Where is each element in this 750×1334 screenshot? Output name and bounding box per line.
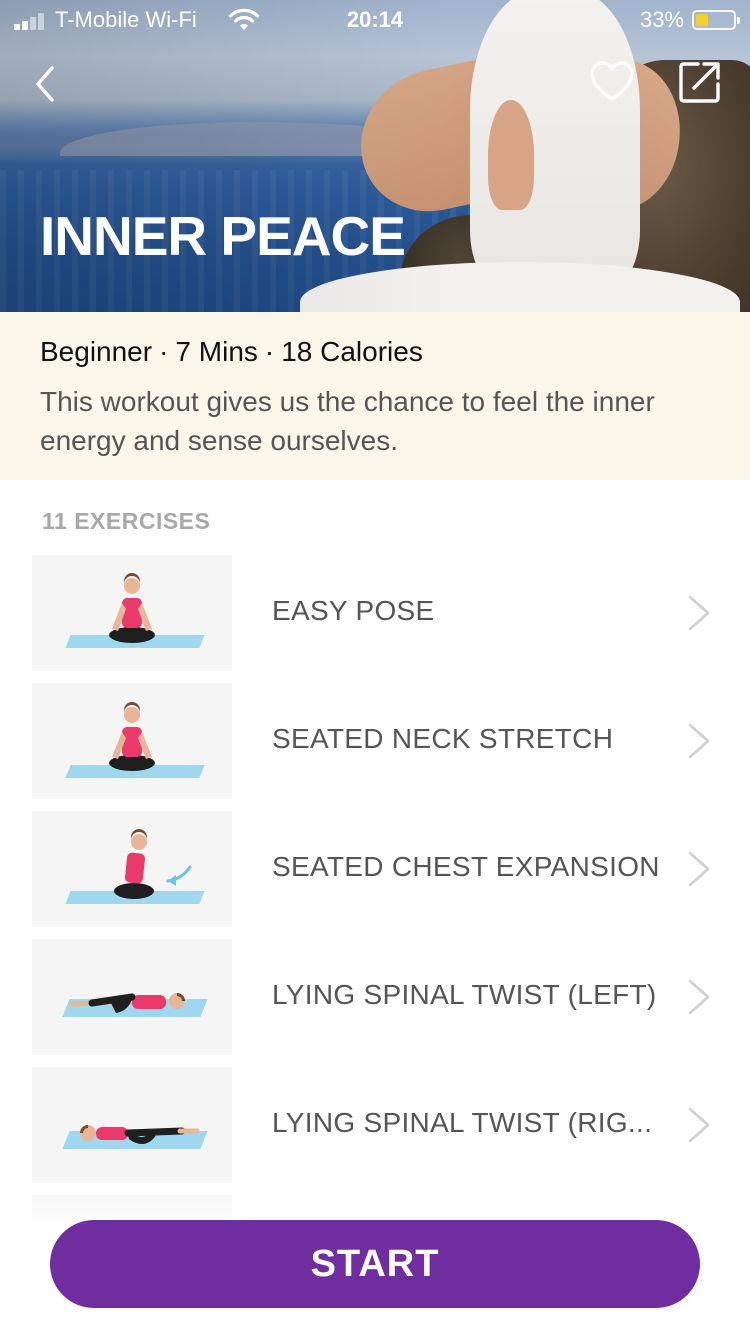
- duration-label: 7 Mins: [175, 336, 258, 367]
- battery-icon: [692, 10, 740, 30]
- chevron-right-icon: [688, 723, 710, 759]
- exercise-count: 11 EXERCISES: [42, 508, 211, 534]
- exercise-name: SEATED NECK STRETCH: [272, 723, 614, 754]
- exercise-name: EASY POSE: [272, 595, 435, 626]
- separator-dot: ·: [264, 336, 275, 367]
- calories-label: 18 Calories: [281, 336, 423, 367]
- exercise-name: LYING SPINAL TWIST (LEFT): [272, 979, 657, 1010]
- exercise-thumbnail: [32, 811, 232, 927]
- favorite-heart-icon[interactable]: [588, 58, 636, 106]
- chevron-right-icon: [688, 595, 710, 631]
- list-item[interactable]: EASY POSE: [0, 555, 750, 671]
- separator-dot: ·: [159, 336, 169, 367]
- share-icon[interactable]: [676, 58, 724, 106]
- clock: 20:14: [346, 7, 404, 32]
- level-label: Beginner: [40, 336, 153, 367]
- exercise-thumbnail: [32, 683, 232, 799]
- list-item[interactable]: SEATED CHEST EXPANSION: [0, 811, 750, 927]
- workout-info-panel: Beginner · 7 Mins · 18 Calories This workout…: [0, 312, 750, 480]
- chevron-right-icon: [688, 851, 710, 887]
- list-item[interactable]: LYING SPINAL TWIST (LEFT): [0, 939, 750, 1055]
- chevron-right-icon: [688, 1107, 710, 1143]
- workout-description: This workout gives us the chance to feel…: [40, 386, 655, 456]
- start-button[interactable]: START: [50, 1220, 700, 1308]
- exercise-thumbnail: [32, 939, 232, 1055]
- exercise-name: LYING SPINAL TWIST (RIG...: [272, 1107, 653, 1138]
- workout-meta: Beginner · 7 Mins · 18 Calories: [40, 336, 423, 368]
- exercise-thumbnail: [32, 555, 232, 671]
- back-icon[interactable]: [24, 60, 72, 108]
- status-bar: T-Mobile Wi-Fi 20:14 33%: [0, 0, 750, 40]
- battery-percent: 33%: [639, 7, 684, 32]
- workout-title: INNER PEACE: [40, 205, 406, 267]
- list-item[interactable]: SEATED NECK STRETCH: [0, 683, 750, 799]
- chevron-right-icon: [688, 979, 710, 1015]
- list-item[interactable]: LYING SPINAL TWIST (RIG...: [0, 1067, 750, 1183]
- exercise-name: SEATED CHEST EXPANSION: [272, 851, 660, 882]
- exercise-thumbnail: [32, 1067, 232, 1183]
